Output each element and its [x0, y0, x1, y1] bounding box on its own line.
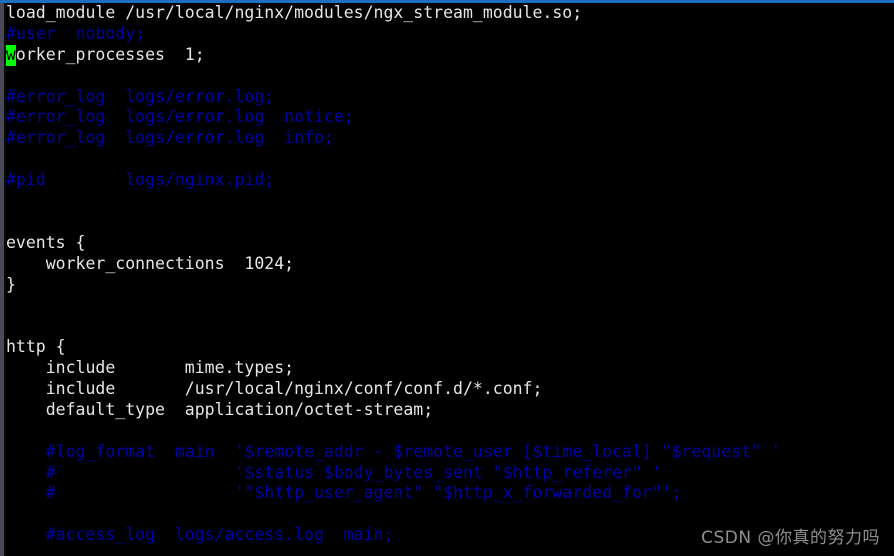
csdn-watermark: CSDN @你真的努力吗 — [701, 528, 880, 548]
code-line: http { — [6, 337, 66, 357]
code-line: include mime.types; — [6, 358, 295, 378]
code-line: worker_processes 1; — [6, 44, 205, 64]
terminal-text-area[interactable]: load_module /usr/local/nginx/modules/ngx… — [6, 3, 894, 556]
code-line: #error_log logs/error.log info; — [6, 128, 334, 148]
code-line: events { — [6, 232, 86, 252]
code-line: default_type application/octet-stream; — [6, 399, 434, 419]
code-line: include /usr/local/nginx/conf/conf.d/*.c… — [6, 379, 543, 399]
terminal-window[interactable]: load_module /usr/local/nginx/modules/ngx… — [0, 0, 894, 556]
code-line: # '"$http_user_agent" "$http_x_forwarded… — [6, 483, 682, 503]
code-line: #error_log logs/error.log notice; — [6, 107, 354, 127]
code-line: worker_connections 1024; — [6, 253, 295, 273]
code-line: } — [6, 274, 16, 294]
text-cursor-char: w — [6, 44, 16, 64]
code-line: load_module /usr/local/nginx/modules/ngx… — [6, 3, 583, 22]
code-line: #user nobody; — [6, 23, 146, 43]
code-line: # '$status $body_bytes_sent "$http_refer… — [6, 462, 662, 482]
code-line: #log_format main '$remote_addr - $remote… — [6, 441, 781, 461]
config-file-lines: load_module /usr/local/nginx/modules/ngx… — [6, 3, 894, 546]
code-line: #error_log logs/error.log; — [6, 86, 275, 106]
code-line: #pid logs/nginx.pid; — [6, 170, 275, 190]
